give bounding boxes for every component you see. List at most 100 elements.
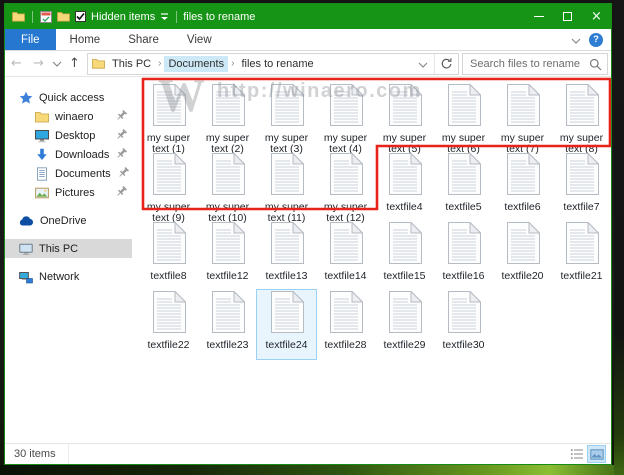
file-item[interactable]: my super text (4) — [316, 83, 375, 152]
file-item[interactable]: textfile21 — [552, 221, 611, 290]
file-name: textfile12 — [199, 271, 257, 282]
file-item[interactable]: textfile23 — [198, 290, 257, 359]
hidden-items-label: Hidden items — [91, 11, 155, 23]
file-item[interactable]: textfile28 — [316, 290, 375, 359]
sidebar-item-onedrive[interactable]: OneDrive — [5, 211, 132, 230]
desktop-icon — [35, 129, 49, 143]
close-button[interactable]: × — [582, 4, 611, 29]
help-button[interactable]: ? — [589, 33, 603, 47]
text-file-icon — [211, 291, 245, 338]
text-file-icon — [447, 153, 481, 200]
text-file-icon — [506, 222, 540, 269]
sidebar-item-downloads[interactable]: Downloads — [5, 145, 132, 164]
file-item[interactable]: textfile29 — [375, 290, 434, 359]
file-item[interactable]: textfile16 — [434, 221, 493, 290]
recent-locations-chevron-icon[interactable] — [51, 53, 62, 75]
details-view-button[interactable] — [568, 446, 585, 462]
ribbon-tab-file[interactable]: File — [5, 29, 56, 50]
file-item[interactable]: textfile4 — [375, 152, 434, 221]
navigation-toolbar: ← → ↑ This PC›Documents›files to rename — [5, 51, 611, 77]
sidebar-item-documents[interactable]: Documents — [5, 164, 132, 183]
sidebar-item-this-pc[interactable]: This PC — [5, 239, 132, 258]
text-file-icon — [211, 153, 245, 200]
file-item[interactable]: my super text (2) — [198, 83, 257, 152]
ribbon-tab-home[interactable]: Home — [56, 29, 115, 50]
file-item[interactable]: textfile8 — [139, 221, 198, 290]
file-item[interactable]: my super text (6) — [434, 83, 493, 152]
file-item[interactable]: textfile7 — [552, 152, 611, 221]
file-item[interactable]: my super text (12) — [316, 152, 375, 221]
file-name: textfile6 — [494, 202, 552, 213]
desktop-wallpaper-grass — [0, 465, 624, 475]
ribbon-tabs: FileHomeShareView ? — [5, 29, 611, 51]
hidden-items-checkbox[interactable] — [75, 11, 86, 22]
sidebar-item-label: Quick access — [39, 92, 104, 104]
ribbon-expand-chevron-icon[interactable] — [571, 31, 581, 49]
file-item[interactable]: textfile12 — [198, 221, 257, 290]
file-item[interactable]: my super text (9) — [139, 152, 198, 221]
file-item[interactable]: my super text (11) — [257, 152, 316, 221]
file-item[interactable]: my super text (3) — [257, 83, 316, 152]
items-count: 30 items — [14, 448, 56, 460]
breadcrumb-item[interactable]: This PC — [108, 56, 155, 72]
sidebar-item-pictures[interactable]: Pictures — [5, 183, 132, 202]
file-name: my super text (3) — [258, 133, 316, 154]
sidebar-item-quick-access[interactable]: Quick access — [5, 88, 132, 107]
sidebar-item-label: This PC — [39, 243, 78, 255]
ribbon-tab-share[interactable]: Share — [114, 29, 173, 50]
breadcrumb-item[interactable]: Documents — [164, 56, 228, 72]
sidebar-item-network[interactable]: Network — [5, 267, 132, 286]
up-button[interactable]: ↑ — [65, 53, 84, 75]
sidebar-item-label: winaero — [55, 111, 94, 123]
breadcrumb-item[interactable]: files to rename — [237, 56, 317, 72]
file-item[interactable]: my super text (8) — [552, 83, 611, 152]
window-controls: × — [524, 4, 611, 29]
sidebar-item-winaero[interactable]: winaero — [5, 107, 132, 126]
address-bar[interactable]: This PC›Documents›files to rename — [87, 53, 459, 75]
file-item[interactable]: my super text (7) — [493, 83, 552, 152]
help-icon: ? — [593, 34, 599, 45]
text-file-icon — [329, 291, 363, 338]
file-item[interactable]: textfile6 — [493, 152, 552, 221]
document-icon — [35, 167, 49, 181]
ribbon-tab-view[interactable]: View — [173, 29, 226, 50]
sidebar-item-desktop[interactable]: Desktop — [5, 126, 132, 145]
network-icon — [19, 270, 33, 284]
file-item[interactable]: textfile14 — [316, 221, 375, 290]
minimize-icon — [534, 16, 544, 17]
maximize-button[interactable] — [553, 4, 582, 29]
file-item[interactable]: textfile13 — [257, 221, 316, 290]
search-input[interactable] — [463, 54, 607, 74]
text-file-icon — [447, 291, 481, 338]
file-item[interactable]: my super text (10) — [198, 152, 257, 221]
file-item[interactable]: textfile24 — [257, 290, 316, 359]
refresh-button[interactable] — [434, 54, 458, 74]
quick-access-toolbar: Hidden items — [5, 11, 179, 23]
file-name: textfile20 — [494, 271, 552, 282]
file-item[interactable]: textfile15 — [375, 221, 434, 290]
properties-qat-button[interactable] — [40, 11, 52, 23]
thumbnails-view-button[interactable] — [588, 446, 605, 462]
address-dropdown-chevron-icon[interactable] — [412, 55, 434, 73]
file-item[interactable]: textfile20 — [493, 221, 552, 290]
file-item[interactable]: textfile22 — [139, 290, 198, 359]
sidebar-item-label: Network — [39, 271, 79, 283]
text-file-icon — [152, 153, 186, 200]
text-file-icon — [211, 84, 245, 131]
status-separator — [68, 444, 69, 464]
file-item[interactable]: my super text (5) — [375, 83, 434, 152]
file-item[interactable]: textfile5 — [434, 152, 493, 221]
forward-button[interactable]: → — [29, 53, 48, 75]
file-item[interactable]: textfile30 — [434, 290, 493, 359]
file-name: my super text (11) — [258, 202, 316, 223]
file-list-area[interactable]: my super text (1)my super text (2)my sup… — [132, 77, 611, 443]
file-name: textfile16 — [435, 271, 493, 282]
file-item[interactable]: my super text (1) — [139, 83, 198, 152]
text-file-icon — [152, 291, 186, 338]
sidebar-item-label: Downloads — [55, 149, 109, 161]
new-folder-qat-button[interactable] — [57, 11, 70, 22]
back-button[interactable]: ← — [7, 53, 26, 75]
customize-qat-chevron-icon[interactable] — [160, 13, 169, 21]
minimize-button[interactable] — [524, 4, 553, 29]
text-file-icon — [211, 222, 245, 269]
